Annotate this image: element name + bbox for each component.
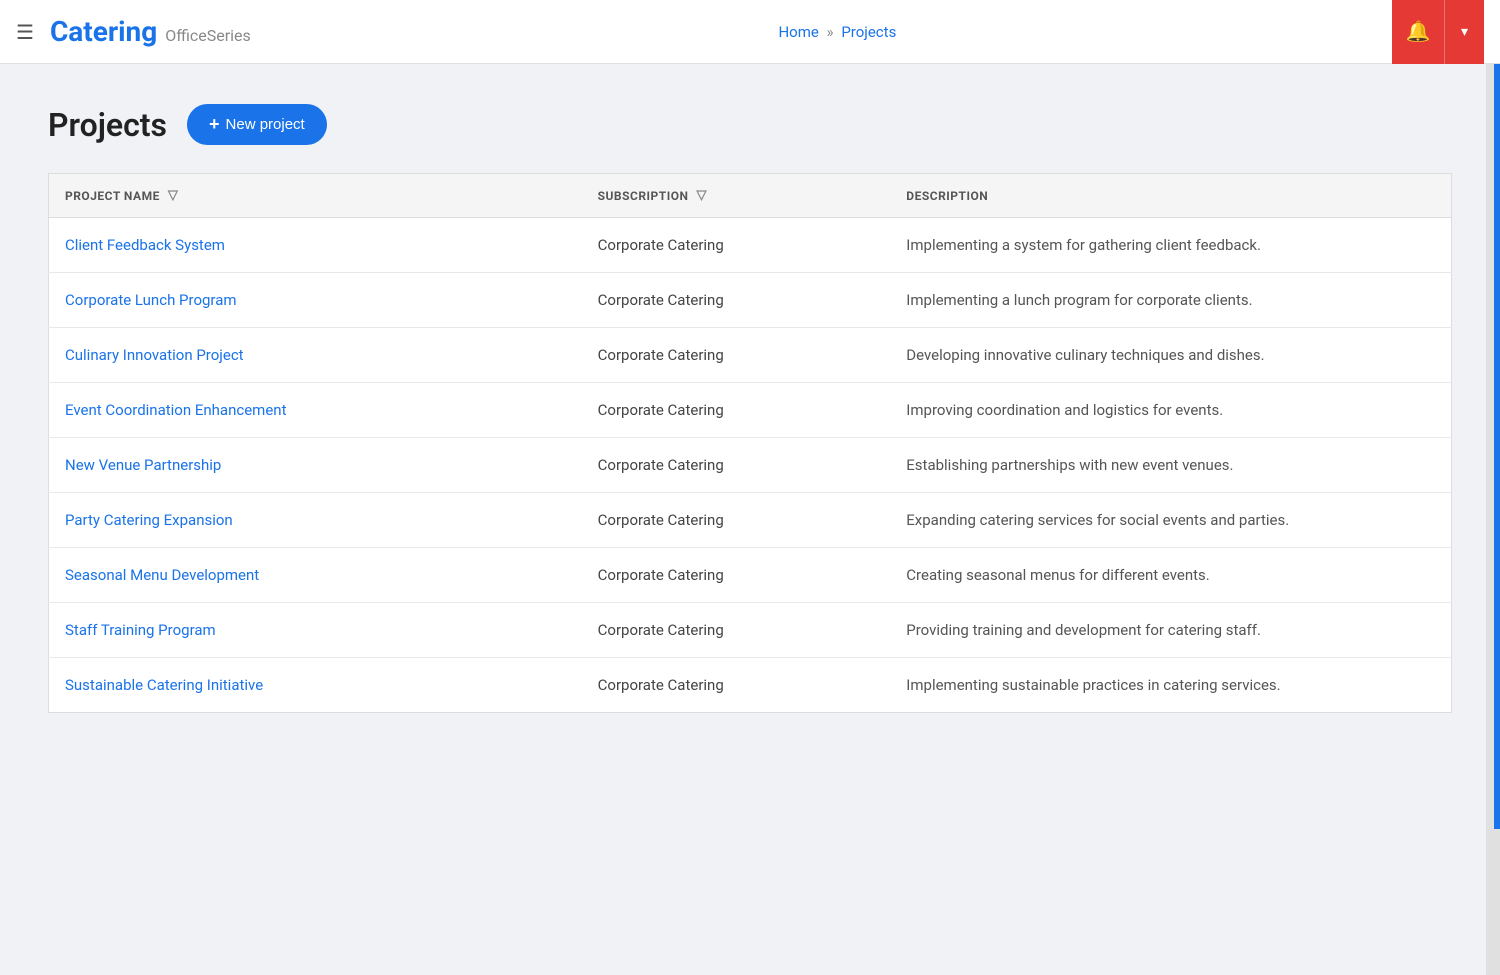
new-project-button[interactable]: + New project bbox=[187, 104, 327, 145]
cell-project-name: New Venue Partnership bbox=[49, 438, 582, 493]
page-title: Projects bbox=[48, 106, 167, 144]
cell-description: Providing training and development for c… bbox=[890, 603, 1451, 658]
col-header-subscription[interactable]: SUBSCRIPTION ▽ bbox=[582, 174, 891, 218]
project-link[interactable]: Party Catering Expansion bbox=[65, 511, 233, 529]
breadcrumb-current[interactable]: Projects bbox=[841, 23, 896, 41]
project-link[interactable]: Corporate Lunch Program bbox=[65, 291, 237, 309]
new-project-label: New project bbox=[226, 116, 305, 133]
scrollbar[interactable] bbox=[1486, 0, 1500, 975]
cell-subscription: Corporate Catering bbox=[582, 328, 891, 383]
cell-description: Improving coordination and logistics for… bbox=[890, 383, 1451, 438]
project-link[interactable]: Sustainable Catering Initiative bbox=[65, 676, 263, 694]
col-header-description: DESCRIPTION bbox=[890, 174, 1451, 218]
cell-project-name: Culinary Innovation Project bbox=[49, 328, 582, 383]
col-header-project-name[interactable]: PROJECT NAME ▽ bbox=[49, 174, 582, 218]
breadcrumb: Home » Projects bbox=[283, 23, 1392, 41]
projects-table: PROJECT NAME ▽ SUBSCRIPTION ▽ DESCRIPTIO… bbox=[48, 173, 1452, 713]
scrollbar-thumb[interactable] bbox=[1494, 0, 1500, 829]
table-row: Corporate Lunch Program Corporate Caterin… bbox=[49, 273, 1452, 328]
project-link[interactable]: Staff Training Program bbox=[65, 621, 216, 639]
table-row: New Venue Partnership Corporate CateringE… bbox=[49, 438, 1452, 493]
brand: Catering OfficeSeries bbox=[50, 15, 251, 48]
cell-project-name: Event Coordination Enhancement bbox=[49, 383, 582, 438]
cell-subscription: Corporate Catering bbox=[582, 493, 891, 548]
project-link[interactable]: Culinary Innovation Project bbox=[65, 346, 244, 364]
hamburger-icon[interactable]: ☰ bbox=[16, 20, 34, 44]
cell-description: Implementing a system for gathering clie… bbox=[890, 218, 1451, 273]
table-row: Party Catering Expansion Corporate Cateri… bbox=[49, 493, 1452, 548]
table-row: Client Feedback System Corporate Catering… bbox=[49, 218, 1452, 273]
cell-project-name: Sustainable Catering Initiative bbox=[49, 658, 582, 713]
cell-description: Establishing partnerships with new event… bbox=[890, 438, 1451, 493]
cell-subscription: Corporate Catering bbox=[582, 218, 891, 273]
project-link[interactable]: Client Feedback System bbox=[65, 236, 225, 254]
cell-subscription: Corporate Catering bbox=[582, 273, 891, 328]
breadcrumb-home[interactable]: Home bbox=[778, 23, 818, 41]
cell-project-name: Seasonal Menu Development bbox=[49, 548, 582, 603]
filter-project-icon[interactable]: ▽ bbox=[168, 188, 179, 203]
table-row: Seasonal Menu Development Corporate Cater… bbox=[49, 548, 1452, 603]
cell-description: Implementing sustainable practices in ca… bbox=[890, 658, 1451, 713]
cell-subscription: Corporate Catering bbox=[582, 603, 891, 658]
nav-actions: 🔔 ▾ bbox=[1392, 0, 1484, 64]
table-body: Client Feedback System Corporate Catering… bbox=[49, 218, 1452, 713]
cell-subscription: Corporate Catering bbox=[582, 383, 891, 438]
nav-dropdown-button[interactable]: ▾ bbox=[1444, 0, 1484, 64]
navbar: ☰ Catering OfficeSeries Home » Projects … bbox=[0, 0, 1500, 64]
table-header: PROJECT NAME ▽ SUBSCRIPTION ▽ DESCRIPTIO… bbox=[49, 174, 1452, 218]
table-row: Staff Training Program Corporate Catering… bbox=[49, 603, 1452, 658]
breadcrumb-separator: » bbox=[827, 23, 834, 41]
table-row: Event Coordination Enhancement Corporate … bbox=[49, 383, 1452, 438]
chevron-down-icon: ▾ bbox=[1461, 23, 1468, 40]
project-link[interactable]: Seasonal Menu Development bbox=[65, 566, 259, 584]
project-link[interactable]: New Venue Partnership bbox=[65, 456, 221, 474]
brand-catering: Catering bbox=[50, 15, 157, 48]
main-content: Projects + New project PROJECT NAME ▽ SU… bbox=[0, 64, 1500, 753]
bell-icon: 🔔 bbox=[1406, 19, 1431, 44]
cell-project-name: Client Feedback System bbox=[49, 218, 582, 273]
cell-project-name: Corporate Lunch Program bbox=[49, 273, 582, 328]
cell-description: Developing innovative culinary technique… bbox=[890, 328, 1451, 383]
filter-subscription-icon[interactable]: ▽ bbox=[696, 188, 707, 203]
plus-icon: + bbox=[209, 114, 220, 135]
cell-subscription: Corporate Catering bbox=[582, 548, 891, 603]
cell-subscription: Corporate Catering bbox=[582, 658, 891, 713]
table-row: Culinary Innovation Project Corporate Cat… bbox=[49, 328, 1452, 383]
brand-series: OfficeSeries bbox=[165, 26, 251, 45]
cell-project-name: Party Catering Expansion bbox=[49, 493, 582, 548]
table-row: Sustainable Catering Initiative Corporate… bbox=[49, 658, 1452, 713]
cell-description: Expanding catering services for social e… bbox=[890, 493, 1451, 548]
cell-subscription: Corporate Catering bbox=[582, 438, 891, 493]
cell-description: Creating seasonal menus for different ev… bbox=[890, 548, 1451, 603]
cell-project-name: Staff Training Program bbox=[49, 603, 582, 658]
bell-button[interactable]: 🔔 bbox=[1392, 0, 1444, 64]
project-link[interactable]: Event Coordination Enhancement bbox=[65, 401, 286, 419]
page-header: Projects + New project bbox=[48, 104, 1452, 145]
cell-description: Implementing a lunch program for corpora… bbox=[890, 273, 1451, 328]
